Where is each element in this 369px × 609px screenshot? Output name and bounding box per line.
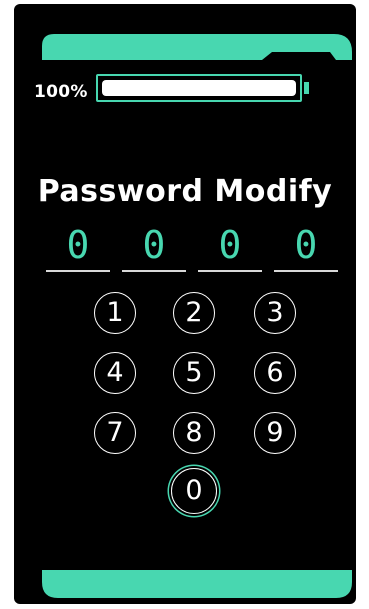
pin-digit: 0 — [294, 223, 318, 267]
pin-digit: 0 — [142, 223, 166, 267]
keypad-key-2[interactable]: 2 — [173, 292, 215, 334]
pin-digit-slot[interactable]: 0 — [274, 222, 338, 272]
battery-indicator: 100% — [34, 74, 334, 108]
keypad-key-6[interactable]: 6 — [254, 352, 296, 394]
device-screen: 100% Password Modify 0 0 0 0 1 2 3 4 5 6… — [14, 4, 356, 604]
bottom-decor-bar — [42, 570, 352, 598]
pin-underline — [46, 270, 110, 272]
page-title: Password Modify — [37, 174, 333, 209]
pin-digit-slot[interactable]: 0 — [46, 222, 110, 272]
battery-icon — [96, 74, 302, 102]
keypad-key-7[interactable]: 7 — [94, 412, 136, 454]
pin-underline — [274, 270, 338, 272]
keypad-key-0[interactable]: 0 — [171, 468, 217, 514]
keypad-key-1[interactable]: 1 — [94, 292, 136, 334]
keypad-key-4[interactable]: 4 — [94, 352, 136, 394]
battery-terminal — [304, 82, 309, 94]
battery-level-fill — [102, 80, 296, 96]
pin-digit: 0 — [66, 223, 90, 267]
top-decor-bar — [42, 34, 352, 60]
pin-underline — [122, 270, 186, 272]
pin-digit-slot[interactable]: 0 — [198, 222, 262, 272]
pin-underline — [198, 270, 262, 272]
pin-digit-slot[interactable]: 0 — [122, 222, 186, 272]
keypad-key-3[interactable]: 3 — [254, 292, 296, 334]
keypad-key-9[interactable]: 9 — [254, 412, 296, 454]
pin-digit: 0 — [218, 223, 242, 267]
keypad-key-8[interactable]: 8 — [173, 412, 215, 454]
keypad-key-5[interactable]: 5 — [173, 352, 215, 394]
battery-percent: 100% — [34, 82, 88, 102]
